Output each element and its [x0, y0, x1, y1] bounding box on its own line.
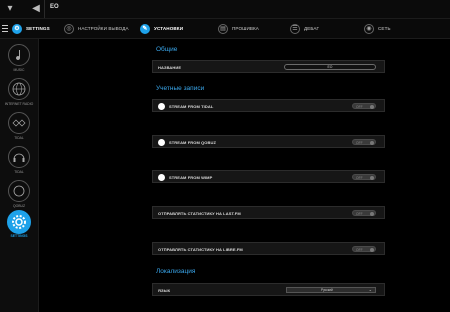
- section-title-localization: Локализация: [156, 268, 196, 275]
- librefm-row: ОТПРАВЛЯТЬ СТАТИСТИКУ НА LIBRE.FM OFF: [152, 242, 385, 255]
- language-label: ЯЗЫК: [158, 287, 171, 293]
- wimp-label: STREAM FROM WIMP: [169, 174, 213, 180]
- toggle-state: OFF: [356, 140, 363, 145]
- tab-label: СЕТЬ: [378, 26, 391, 31]
- debug-icon: ☰: [290, 23, 300, 34]
- sidebar-item-label: SETTINGS: [10, 234, 28, 238]
- tab-output-settings[interactable]: ◎ НАСТРОЙКИ ВЫВОДА: [64, 19, 129, 38]
- network-icon: ◉: [364, 23, 374, 34]
- tidal-row: STREAM FROM TIDAL OFF: [152, 99, 385, 112]
- top-bar: ▾ ◀ EO: [0, 0, 450, 19]
- toggle-state: OFF: [356, 175, 363, 180]
- sidebar-item-label: INTERNET RADIO: [4, 102, 34, 106]
- name-label: НАЗВАНИЕ: [158, 64, 182, 70]
- tab-label: ДЕБАГ: [304, 26, 320, 31]
- tidal-label: STREAM FROM TIDAL: [169, 103, 214, 109]
- sidebar-item-internet-radio[interactable]: INTERNET RADIO: [0, 77, 38, 113]
- librefm-label: ОТПРАВЛЯТЬ СТАТИСТИКУ НА LIBRE.FM: [158, 246, 243, 252]
- globe-icon: [8, 78, 30, 100]
- output-icon: ◎: [64, 23, 74, 34]
- sidebar: MUSIC INTERNET RADIO TIDAL TIDAL QOBUZ S…: [0, 39, 39, 312]
- wimp-toggle[interactable]: OFF: [352, 174, 376, 180]
- qobuz-icon: [8, 180, 30, 202]
- tab-label: УСТАНОВКИ: [154, 26, 184, 31]
- name-input[interactable]: EO: [284, 64, 376, 70]
- tidal-toggle[interactable]: OFF: [352, 103, 376, 109]
- section-title-accounts: Учетные записи: [156, 85, 205, 92]
- tab-bar: ⚙ SETTINGS ◎ НАСТРОЙКИ ВЫВОДА ✎ УСТАНОВК…: [0, 19, 450, 39]
- section-title-general: Общие: [156, 46, 178, 53]
- gear-icon: [7, 210, 31, 234]
- device-title: EO: [50, 4, 59, 10]
- top-bar-divider: [44, 0, 45, 18]
- headphones-icon: [8, 146, 30, 168]
- lastfm-toggle[interactable]: OFF: [352, 210, 376, 216]
- qobuz-row: STREAM FROM QOBUZ OFF: [152, 135, 385, 148]
- sidebar-item-tidal-2[interactable]: TIDAL: [0, 145, 38, 181]
- tidal-icon: [8, 112, 30, 134]
- qobuz-label: STREAM FROM QOBUZ: [169, 139, 217, 145]
- tab-label: НАСТРОЙКИ ВЫВОДА: [78, 26, 129, 31]
- sidebar-item-label: TIDAL: [14, 170, 24, 174]
- menu-settings-label: SETTINGS: [26, 26, 50, 31]
- tab-label: ПРОШИВКА: [232, 26, 259, 31]
- firmware-icon: ▤: [218, 23, 228, 34]
- settings-content: Общие НАЗВАНИЕ EO Учетные записи STREAM …: [39, 39, 450, 312]
- wrench-icon: ✎: [140, 23, 150, 34]
- lastfm-label: ОТПРАВЛЯТЬ СТАТИСТИКУ НА LAST.FM: [158, 210, 241, 216]
- dropdown-icon[interactable]: ▾: [4, 3, 16, 15]
- language-select[interactable]: Русский ⌄: [286, 287, 376, 293]
- language-value: Русский: [321, 288, 333, 292]
- sidebar-item-label: QOBUZ: [12, 204, 26, 208]
- tidal-logo-icon: [158, 102, 165, 110]
- sidebar-item-music[interactable]: MUSIC: [0, 43, 38, 79]
- wimp-logo-icon: [158, 173, 165, 181]
- music-note-icon: [8, 44, 30, 66]
- tab-firmware[interactable]: ▤ ПРОШИВКА: [218, 19, 259, 38]
- hamburger-menu-icon[interactable]: [2, 23, 11, 34]
- tab-preferences[interactable]: ✎ УСТАНОВКИ: [140, 19, 183, 38]
- chevron-down-icon: ⌄: [368, 287, 372, 292]
- sidebar-item-settings[interactable]: SETTINGS: [0, 209, 38, 245]
- sidebar-item-tidal[interactable]: TIDAL: [0, 111, 38, 147]
- name-row: НАЗВАНИЕ EO: [152, 60, 385, 73]
- qobuz-toggle[interactable]: OFF: [352, 139, 376, 145]
- gear-icon: ⚙: [12, 23, 22, 34]
- toggle-state: OFF: [356, 211, 363, 216]
- toggle-state: OFF: [356, 104, 363, 109]
- volume-icon[interactable]: ◀: [30, 3, 42, 15]
- lastfm-row: ОТПРАВЛЯТЬ СТАТИСТИКУ НА LAST.FM OFF: [152, 206, 385, 219]
- toggle-state: OFF: [356, 247, 363, 252]
- sidebar-item-label: TIDAL: [14, 136, 24, 140]
- sidebar-item-label: MUSIC: [13, 68, 25, 72]
- librefm-toggle[interactable]: OFF: [352, 246, 376, 252]
- qobuz-logo-icon: [158, 138, 165, 146]
- tab-network[interactable]: ◉ СЕТЬ: [364, 19, 391, 38]
- language-row: ЯЗЫК Русский ⌄: [152, 283, 385, 296]
- menu-settings[interactable]: ⚙ SETTINGS: [12, 19, 50, 38]
- wimp-row: STREAM FROM WIMP OFF: [152, 170, 385, 183]
- tab-debug[interactable]: ☰ ДЕБАГ: [290, 19, 319, 38]
